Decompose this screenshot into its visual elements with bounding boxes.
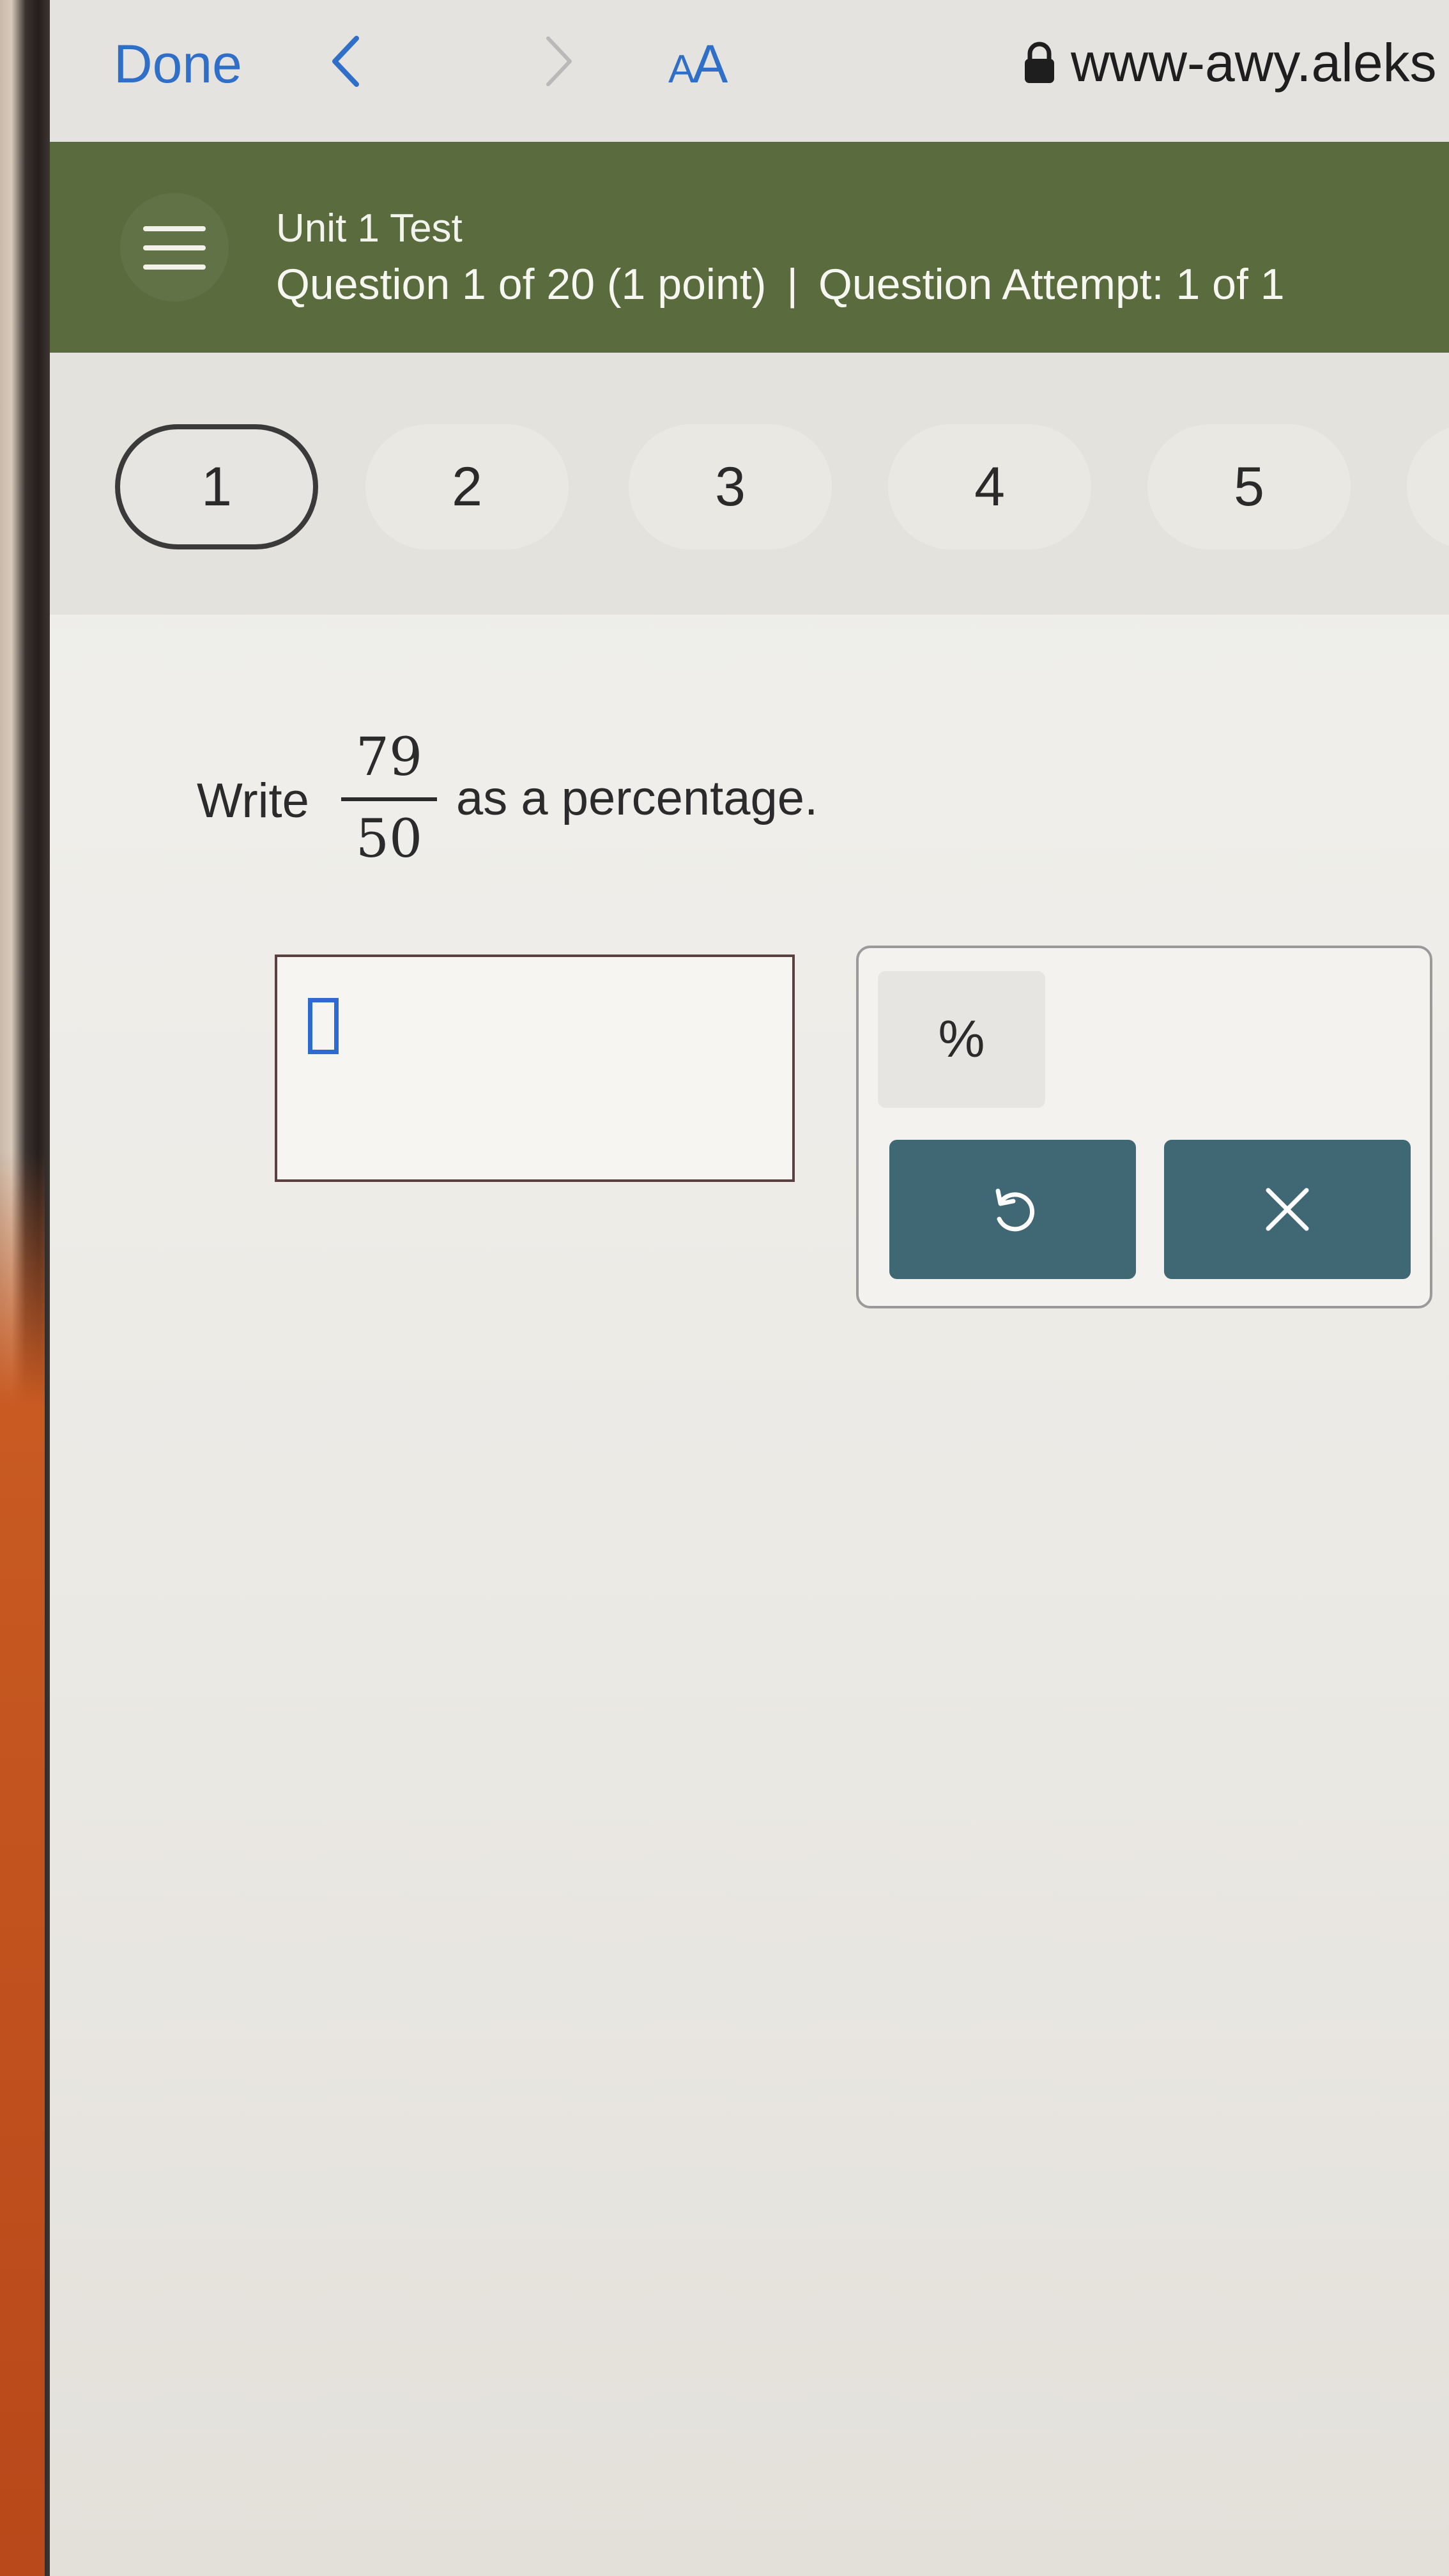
test-header: Unit 1 Test Question 1 of 20 (1 point) | Q…: [50, 142, 1449, 353]
fraction-bar: [341, 797, 437, 801]
answer-input[interactable]: [275, 954, 795, 1182]
answer-keypad: %: [856, 946, 1432, 1308]
url-field[interactable]: www-awy.aleks: [1071, 32, 1437, 94]
fraction-denominator: 50: [355, 809, 423, 870]
back-icon[interactable]: [317, 29, 381, 93]
fraction: 79 50: [341, 723, 437, 874]
question-tab-partial[interactable]: [1407, 424, 1449, 549]
question-tab-5[interactable]: 5: [1147, 424, 1351, 549]
question-count: Question 1 of 20 (1 point): [276, 260, 767, 309]
device-case: [0, 1150, 45, 2576]
question-tab-4[interactable]: 4: [888, 424, 1091, 549]
question-tab-2[interactable]: 2: [365, 424, 569, 549]
done-button[interactable]: Done: [114, 33, 242, 95]
question-suffix: as a percentage.: [456, 771, 818, 825]
fraction-numerator: 79: [355, 727, 423, 788]
question-prefix: Write: [197, 774, 309, 828]
question-navigation: 1 2 3 4 5: [50, 353, 1449, 615]
forward-icon[interactable]: [524, 29, 588, 93]
menu-icon[interactable]: [120, 193, 229, 302]
close-icon: [1266, 1188, 1309, 1231]
undo-button[interactable]: [889, 1140, 1136, 1279]
question-tab-1[interactable]: 1: [115, 424, 318, 549]
text-size-large-label: A: [692, 34, 728, 94]
question-prompt: Write 79 50 as a percentage.: [197, 719, 1091, 873]
clear-button[interactable]: [1164, 1140, 1411, 1279]
attempt-info: Question Attempt: 1 of 1: [818, 260, 1285, 309]
question-info: Question 1 of 20 (1 point) | Question Atte…: [276, 259, 1285, 309]
header-separator: |: [786, 260, 799, 309]
text-size-button[interactable]: AA: [668, 33, 728, 95]
undo-icon: [995, 1188, 1035, 1232]
text-size-small-label: A: [668, 47, 694, 91]
lock-icon: [1025, 42, 1054, 83]
question-tab-3[interactable]: 3: [629, 424, 832, 549]
percent-button[interactable]: %: [878, 971, 1045, 1108]
test-title: Unit 1 Test: [276, 206, 463, 250]
answer-cursor: [308, 998, 339, 1054]
screen: Done AA www-awy.aleks Unit 1 Test Questi…: [50, 0, 1449, 2576]
browser-toolbar: Done AA www-awy.aleks: [50, 0, 1449, 142]
